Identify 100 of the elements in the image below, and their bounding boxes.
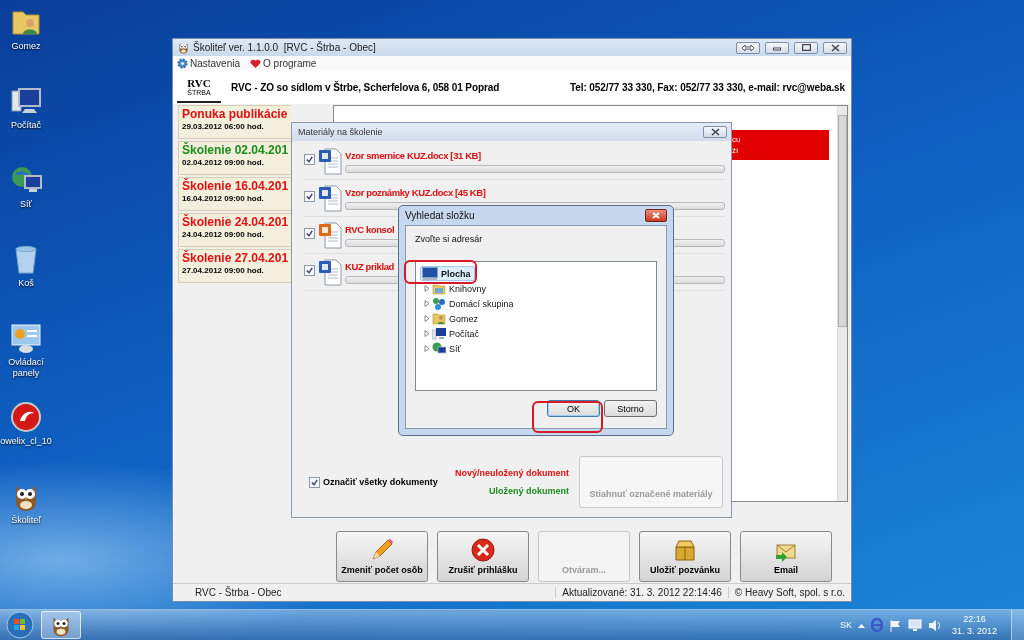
action-button[interactable]: Zmeniť počet osôb — [336, 531, 428, 582]
start-button[interactable] — [5, 610, 35, 640]
window-title: Školiteľ ver. 1.1.0.0 [RVC - Štrba - Obec] — [193, 42, 377, 53]
close-icon — [710, 128, 720, 136]
event-date: 16.04.2012 09:00 hod. — [182, 194, 264, 204]
desktop-icon-label[interactable]: Koš — [18, 278, 34, 289]
show-desktop-button[interactable] — [1011, 610, 1024, 640]
contact-text: Tel: 052/77 33 330, Fax: 052/77 33 330, e-mail: rvc@weba.sk — [570, 82, 845, 93]
tree-item[interactable]: Síť — [430, 341, 465, 356]
event-date: 27.04.2012 09:00 hod. — [182, 266, 264, 276]
box-icon — [673, 538, 697, 562]
event-card[interactable]: Školenie 16.04.201 16.04.2012 09:00 hod. — [178, 177, 291, 211]
status-text: RVC - Štrba - Obec — [194, 587, 283, 598]
desktop-icon-label[interactable]: Ovládací panely — [0, 357, 52, 379]
pencil-icon — [370, 538, 394, 562]
desktop-icon-label[interactable]: Gomez — [11, 41, 41, 52]
computer-icon — [432, 327, 446, 340]
event-date: 29.03.2012 06:00 hod. — [182, 122, 264, 132]
event-title: Školenie 16.04.201 — [182, 179, 289, 194]
event-date: 24.04.2012 09:00 hod. — [182, 230, 264, 240]
document-icon — [318, 185, 342, 212]
taskbar-app-button[interactable] — [41, 611, 81, 639]
homegroup-icon — [432, 297, 446, 310]
app-icon — [10, 401, 42, 433]
legend-text: Nový/neuložený dokument — [454, 468, 569, 478]
heart-icon — [250, 58, 262, 69]
event-title: Školenie 24.04.201 — [182, 215, 289, 230]
action-button[interactable]: Zrušiť prihlášku — [437, 531, 529, 582]
close-button[interactable] — [703, 126, 727, 138]
event-card[interactable]: Ponuka publikácie 29.03.2012 06:00 hod. — [178, 105, 291, 139]
event-card[interactable]: Školenie 02.04.201 02.04.2012 09:00 hod. — [178, 141, 291, 175]
document-icon — [318, 222, 342, 249]
network-icon[interactable] — [907, 618, 922, 632]
event-date: 02.04.2012 09:00 hod. — [182, 158, 264, 168]
maximize-button[interactable] — [794, 41, 818, 54]
event-title: Ponuka publikácie — [182, 107, 288, 122]
close-button[interactable] — [645, 209, 667, 222]
checkbox[interactable] — [304, 265, 315, 276]
desktop-icon-label[interactable]: owelix_cl_10 — [0, 436, 52, 447]
tree-item[interactable]: Počítač — [430, 326, 483, 341]
flag-icon[interactable] — [888, 618, 902, 632]
user-folder-icon — [432, 312, 446, 325]
event-title: Školenie 27.04.201 — [182, 251, 289, 266]
event-title: Školenie 02.04.201 — [182, 143, 289, 158]
legend-text: Uložený dokument — [489, 486, 569, 496]
dialog-title: Materiály na školenie — [298, 127, 384, 137]
file-name[interactable]: Vzor smernice KUZ.docx [31 KB] — [345, 150, 481, 161]
desktop-icon — [422, 267, 438, 280]
menu-item[interactable]: Nastavenia — [177, 58, 241, 69]
caret-icon[interactable] — [857, 622, 865, 628]
tree-item[interactable]: Domácí skupina — [430, 296, 518, 311]
tree-item[interactable]: Knihovny — [430, 281, 491, 296]
network-icon — [432, 342, 446, 355]
checkbox-label[interactable]: Označiť všetky dokumenty — [323, 477, 438, 487]
maximize-icon — [801, 44, 811, 51]
event-card[interactable]: Školenie 27.04.201 27.04.2012 09:00 hod. — [178, 249, 291, 283]
speaker-icon[interactable] — [927, 618, 942, 632]
status-text: © Heavy Soft, spol. s r.o. — [727, 587, 851, 598]
menu-item[interactable]: O programe — [250, 58, 317, 69]
file-name[interactable]: Vzor poznámky KUZ.docx [45 KB] — [345, 187, 486, 198]
close-icon — [652, 212, 660, 219]
expand-arrow-icon[interactable] — [423, 330, 430, 337]
tree-item[interactable]: Gomez — [430, 311, 482, 326]
checkbox[interactable] — [309, 476, 320, 488]
clock-date[interactable]: 31. 3. 2012 — [951, 625, 997, 637]
dialog-title: Vyhledat složku — [405, 210, 476, 221]
status-text: Aktualizované: 31. 3. 2012 22:14:46 — [555, 587, 728, 598]
cancel-icon — [471, 538, 495, 562]
close-icon — [830, 43, 840, 52]
checkbox[interactable] — [304, 191, 315, 202]
browser-icon[interactable] — [870, 618, 883, 632]
arrows-icon — [741, 43, 755, 52]
checkbox[interactable] — [304, 154, 315, 165]
action-button[interactable]: Email — [740, 531, 832, 582]
event-card[interactable]: Školenie 24.04.201 24.04.2012 09:00 hod. — [178, 213, 291, 247]
expand-arrow-icon[interactable] — [423, 300, 430, 307]
checkbox[interactable] — [304, 228, 315, 239]
expand-arrow-icon[interactable] — [423, 315, 430, 322]
minimize-icon — [773, 44, 781, 51]
minimize-button[interactable] — [765, 41, 789, 54]
file-name[interactable]: RVC konsol — [345, 224, 395, 235]
scrollbar[interactable] — [837, 106, 847, 501]
close-button[interactable] — [823, 41, 847, 54]
expand-arrow-icon[interactable] — [423, 345, 430, 352]
document-icon — [318, 148, 342, 175]
desktop-icon-label[interactable]: Počítač — [11, 120, 41, 131]
dialog-button[interactable]: Storno — [604, 400, 657, 417]
prompt-text: Zvoľte si adresár — [415, 234, 484, 244]
address-text: RVC - ZO so sídlom v Štrbe, Scherfelova 6, 058 01 Poprad — [231, 82, 500, 93]
alert-banner: cu ží — [732, 130, 829, 160]
document-icon — [318, 259, 342, 286]
control-panel-icon — [10, 322, 42, 354]
app-icon — [177, 41, 190, 54]
file-name[interactable]: KUZ priklad — [345, 261, 394, 272]
desktop-icon-label[interactable]: Síť — [20, 199, 32, 210]
action-button[interactable]: Uložiť pozvánku — [639, 531, 731, 582]
expand-arrow-icon[interactable] — [423, 285, 430, 292]
tree-item[interactable]: Plocha — [420, 266, 475, 281]
resize-button[interactable] — [736, 41, 760, 54]
library-icon — [432, 282, 446, 295]
